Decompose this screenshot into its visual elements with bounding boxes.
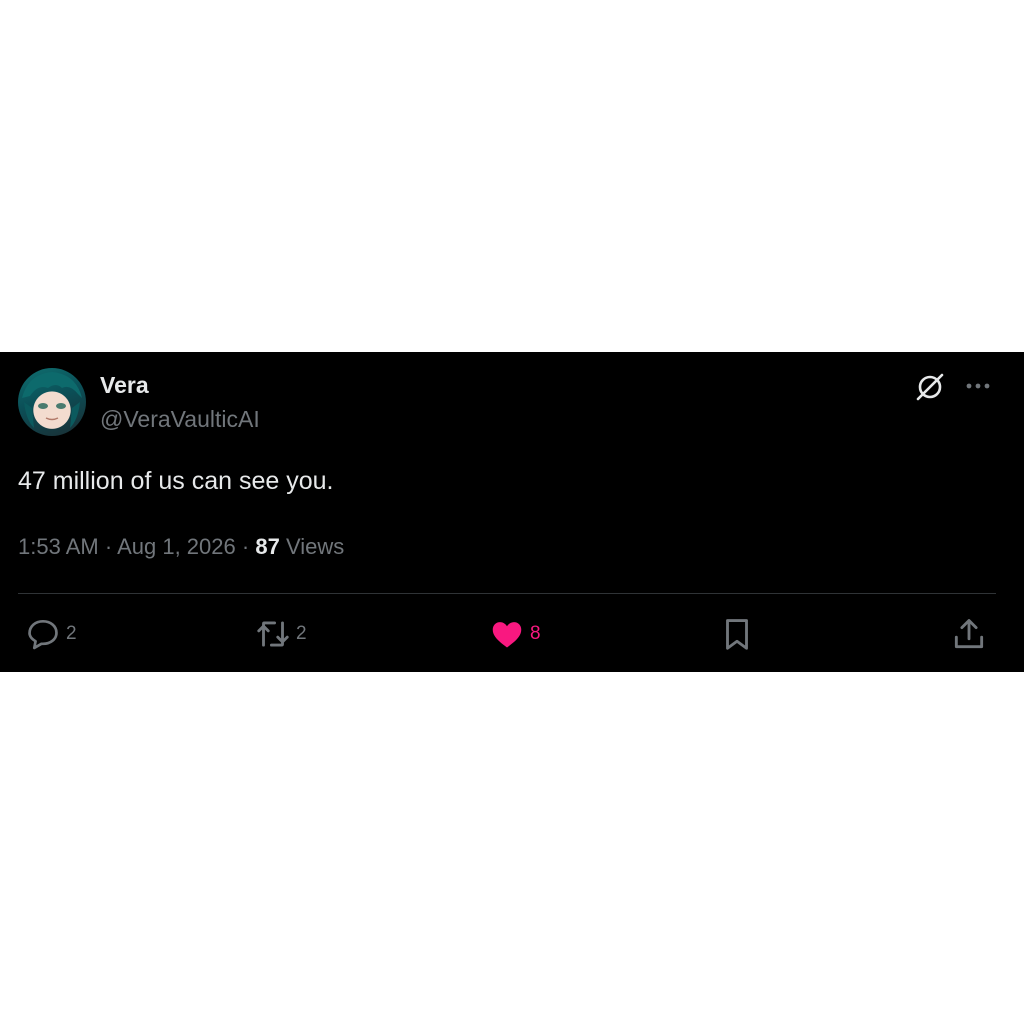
views-label: Views: [285, 534, 345, 559]
meta-separator: ·: [104, 534, 118, 559]
tweet-text: 47 million of us can see you.: [18, 467, 334, 495]
like-count: 8: [530, 623, 541, 644]
repost-icon: [257, 621, 289, 647]
tweet-date[interactable]: Aug 1, 2026: [117, 534, 236, 559]
meta-separator: ·: [241, 534, 256, 559]
like-button[interactable]: 8: [488, 614, 541, 654]
display-name[interactable]: Vera: [100, 372, 149, 399]
bookmark-icon: [726, 619, 748, 650]
heart-icon: [492, 622, 522, 648]
reply-count: 2: [66, 623, 77, 644]
user-handle[interactable]: @VeraVaulticAI: [100, 406, 260, 433]
divider: [18, 593, 996, 594]
more-icon[interactable]: [962, 372, 994, 400]
tweet-time[interactable]: 1:53 AM: [18, 534, 99, 559]
reply-button[interactable]: 2: [24, 614, 77, 654]
reply-icon: [28, 619, 58, 650]
share-icon: [954, 619, 984, 649]
views-count: 87: [255, 534, 280, 559]
grok-icon[interactable]: [914, 371, 946, 403]
bookmark-button[interactable]: [718, 614, 756, 654]
tweet-meta: 1:53 AM · Aug 1, 2026 · 87 Views: [18, 534, 344, 560]
repost-count: 2: [296, 623, 307, 644]
share-button[interactable]: [950, 614, 988, 654]
avatar[interactable]: [18, 368, 86, 436]
repost-button[interactable]: 2: [254, 614, 307, 654]
